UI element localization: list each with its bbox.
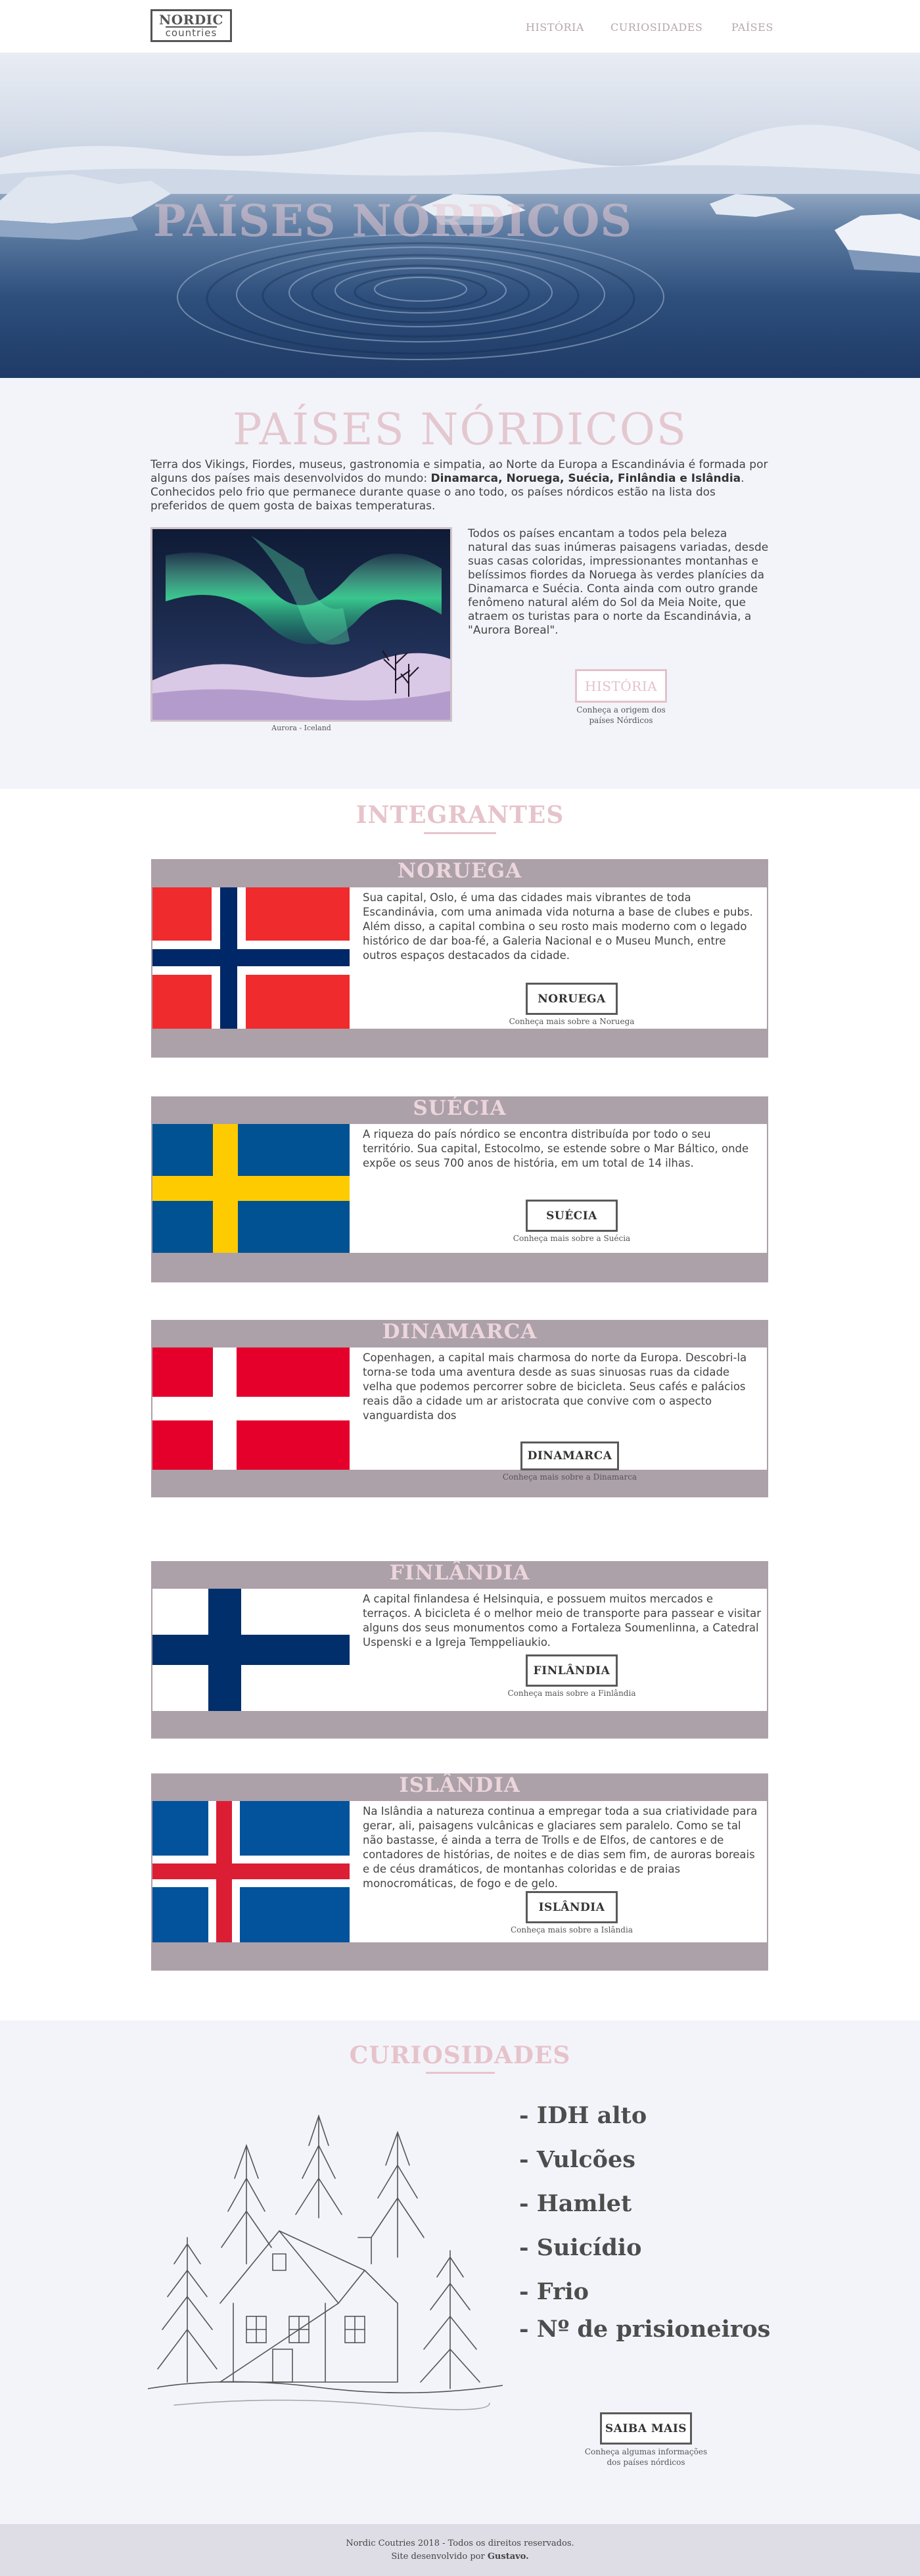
hero-title: PAÍSES NÓRDICOS <box>153 195 632 246</box>
country-description: Na Islândia a natureza continua a empreg… <box>363 1805 758 1890</box>
country-card-body: A capital finlandesa é Helsinquia, e pos… <box>151 1587 768 1712</box>
curiosidades-title: CURIOSIDADES <box>349 2042 571 2069</box>
historia-caption-line-1: Conheça a origem dos <box>576 705 666 714</box>
curiosidade-item: - Vulcões <box>519 2146 635 2173</box>
dinamarca-button[interactable]: DINAMARCA <box>520 1441 619 1470</box>
country-description: A riqueza do país nórdico se encontra di… <box>363 1128 749 1169</box>
intro-paragraph-countries: Dinamarca, Noruega, Suécia, Finlândia e … <box>430 472 741 485</box>
curiosidade-item: - Hamlet <box>519 2190 632 2217</box>
country-title: ISLÂNDIA <box>399 1773 520 1797</box>
country-card-finlandia: FINLÂNDIA A capital finlandesa é Helsinq… <box>151 1561 768 1739</box>
curiosidade-item: - Frio <box>519 2278 589 2305</box>
nav-link-historia[interactable]: HISTÓRIA <box>526 21 584 34</box>
norway-flag <box>152 887 350 1029</box>
country-card-suecia: SUÉCIA A riqueza do país nórdico se enco… <box>151 1096 768 1282</box>
site-logo[interactable]: NORDIC countries <box>150 9 232 42</box>
islandia-button[interactable]: ISLÂNDIA <box>526 1891 618 1923</box>
country-title: NORUEGA <box>397 859 522 883</box>
country-description: A capital finlandesa é Helsinquia, e pos… <box>363 1593 762 1649</box>
hero-banner: PAÍSES NÓRDICOS <box>0 53 920 378</box>
photo-caption: Aurora - Iceland <box>271 724 331 732</box>
aurora-photo <box>150 527 452 722</box>
finlandia-button[interactable]: FINLÂNDIA <box>526 1654 618 1687</box>
site-footer: Nordic Coutries 2018 - Todos os direitos… <box>0 2524 920 2576</box>
sweden-flag <box>152 1124 350 1253</box>
country-card-noruega: NORUEGA Sua capital, Oslo, é uma das cid… <box>151 859 768 1058</box>
saiba-mais-caption-line-2: dos países nórdicos <box>607 2458 685 2467</box>
country-card-body: Copenhagen, a capital mais charmosa do n… <box>151 1346 768 1482</box>
footer-credits-prefix: Site desenvolvido por <box>391 2552 488 2562</box>
nav-link-paises[interactable]: PAÍSES <box>731 21 773 34</box>
intro-section: PAÍSES NÓRDICOS Terra dos Vikings, Fiord… <box>0 378 920 789</box>
iceland-flag <box>152 1801 350 1942</box>
curiosidade-item: - Suicídio <box>519 2234 642 2261</box>
curiosidade-item: - Nº de prisioneiros <box>519 2316 771 2343</box>
logo-line-1: NORDIC <box>159 12 223 28</box>
historia-button[interactable]: HISTÓRIA <box>575 669 667 703</box>
historia-caption-line-2: países Nórdicos <box>589 716 653 725</box>
country-card-body: Na Islândia a natureza continua a empreg… <box>151 1800 768 1944</box>
noruega-button-caption: Conheça mais sobre a Noruega <box>509 1017 635 1026</box>
intro-side-text: Todos os países encantam a todos pela be… <box>468 527 769 637</box>
country-title: SUÉCIA <box>413 1096 507 1120</box>
saiba-mais-button[interactable]: SAIBA MAIS <box>600 2412 692 2445</box>
integrantes-underline <box>424 832 496 834</box>
country-card-body: Sua capital, Oslo, é uma das cidades mai… <box>151 886 768 1030</box>
winter-house-illustration <box>148 2114 503 2410</box>
denmark-flag <box>152 1347 350 1470</box>
nav-link-curiosidades[interactable]: CURIOSIDADES <box>610 21 702 34</box>
finland-flag <box>152 1589 350 1711</box>
noruega-button[interactable]: NORUEGA <box>526 983 618 1015</box>
country-card-body: A riqueza do país nórdico se encontra di… <box>151 1123 768 1254</box>
country-card-islandia: ISLÂNDIA Na Islândia a natureza continua… <box>151 1773 768 1971</box>
country-card-dinamarca: DINAMARCA Copenhagen, a capital mais cha… <box>151 1320 768 1497</box>
finlandia-button-caption: Conheça mais sobre a Finlândia <box>507 1689 636 1698</box>
intro-title: PAÍSES NÓRDICOS <box>232 404 688 455</box>
islandia-button-caption: Conheça mais sobre a Islândia <box>511 1925 633 1934</box>
historia-button-caption: Conheça a origem dos países Nórdicos <box>562 705 680 726</box>
suecia-button-caption: Conheça mais sobre a Suécia <box>513 1234 631 1243</box>
curiosidades-underline <box>426 2072 495 2074</box>
curiosidade-item: - IDH alto <box>519 2102 647 2129</box>
suecia-button[interactable]: SUÉCIA <box>526 1200 618 1232</box>
curiosidades-section: CURIOSIDADES - IDH alto - Vulcões - Haml… <box>0 2021 920 2524</box>
footer-credits: Site desenvolvido por Gustavo. <box>0 2552 920 2562</box>
footer-copyright: Nordic Coutries 2018 - Todos os direitos… <box>346 2539 574 2548</box>
country-description: Sua capital, Oslo, é uma das cidades mai… <box>363 891 753 962</box>
dinamarca-button-caption: Conheça mais sobre a Dinamarca <box>502 1472 637 1482</box>
logo-line-2: countries <box>165 26 218 39</box>
intro-paragraph: Terra dos Vikings, Fiordes, museus, gast… <box>150 458 768 513</box>
country-title: FINLÂNDIA <box>389 1561 530 1585</box>
site-header: NORDIC countries HISTÓRIA CURIOSIDADES P… <box>0 0 920 53</box>
country-description: Copenhagen, a capital mais charmosa do n… <box>363 1351 747 1422</box>
country-title: DINAMARCA <box>382 1320 538 1344</box>
saiba-mais-caption-line-1: Conheça algumas informações <box>584 2447 708 2456</box>
saiba-mais-caption: Conheça algumas informações dos países n… <box>574 2447 718 2468</box>
footer-author: Gustavo. <box>487 2552 529 2562</box>
integrantes-title: INTEGRANTES <box>356 801 564 829</box>
